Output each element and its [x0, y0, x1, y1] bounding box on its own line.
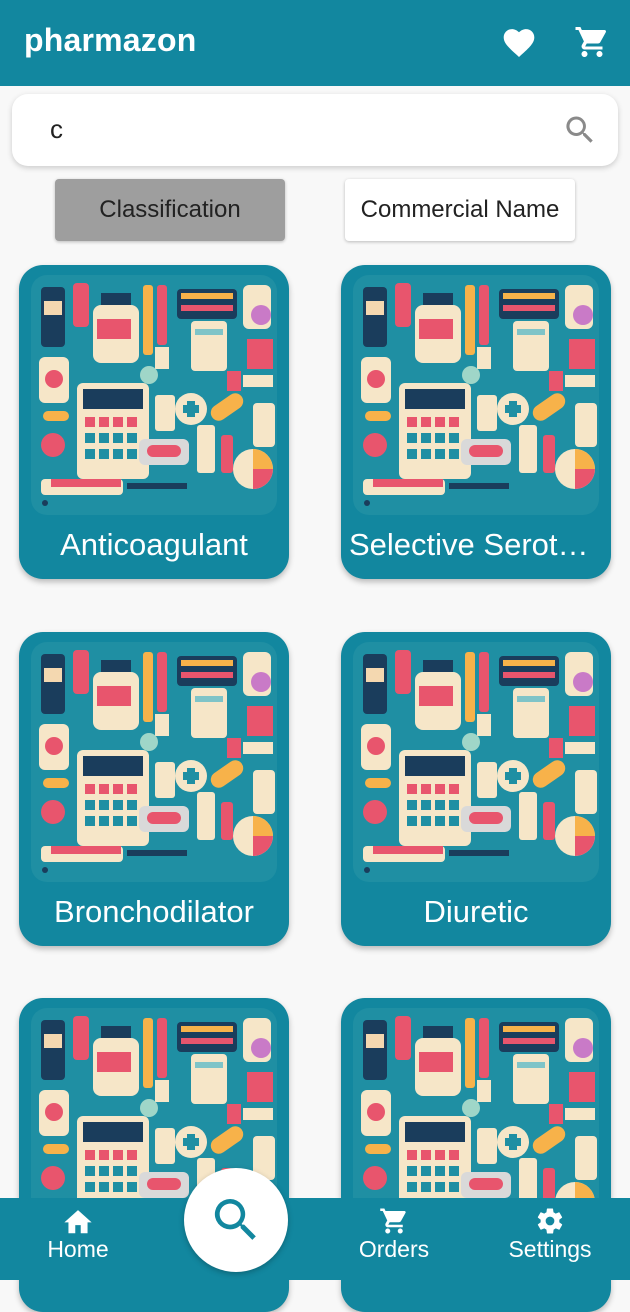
search-icon[interactable] — [562, 112, 598, 148]
cart-icon — [380, 1208, 406, 1234]
nav-home-label: Home — [47, 1236, 109, 1262]
search-input[interactable]: c — [12, 94, 618, 166]
category-card-label: Anticoagulant — [60, 527, 248, 562]
category-card[interactable]: Diuretic — [341, 632, 611, 946]
favorites-button[interactable] — [499, 22, 539, 62]
search-icon — [214, 1199, 256, 1240]
gear-icon — [537, 1208, 563, 1234]
nav-home[interactable]: Home — [38, 1206, 118, 1263]
app-title: pharmazon — [24, 22, 197, 58]
category-card[interactable]: Selective Serotonin Reuptake Inhibitor — [341, 265, 611, 579]
category-card[interactable]: Anticoagulant — [19, 265, 289, 579]
nav-settings[interactable]: Settings — [500, 1206, 600, 1263]
category-card[interactable]: Bronchodilator — [19, 632, 289, 946]
bottom-navigation: Home Orders Settings — [0, 1198, 630, 1280]
pharmacy-illustration — [31, 642, 277, 882]
pharmacy-illustration — [353, 275, 599, 515]
nav-orders[interactable]: Orders — [352, 1206, 436, 1263]
pharmacy-illustration — [31, 275, 277, 515]
heart-icon — [503, 29, 535, 57]
commercial-name-filter-button[interactable]: Commercial Name — [345, 179, 575, 241]
category-card-label: Selective Serotonin Reuptake Inhibitor — [349, 527, 603, 562]
classification-filter-button[interactable]: Classification — [55, 179, 285, 241]
app-bar: pharmazon — [0, 0, 630, 86]
nav-orders-label: Orders — [358, 1236, 430, 1262]
pharmacy-illustration — [353, 642, 599, 882]
cart-icon — [575, 27, 607, 57]
search-input-value: c — [50, 114, 63, 144]
category-card-label: Bronchodilator — [54, 894, 254, 929]
cart-button[interactable] — [572, 22, 612, 62]
search-fab-button[interactable] — [184, 1168, 288, 1272]
nav-settings-label: Settings — [508, 1236, 592, 1262]
category-card-label: Diuretic — [423, 894, 529, 929]
home-icon — [64, 1210, 92, 1234]
